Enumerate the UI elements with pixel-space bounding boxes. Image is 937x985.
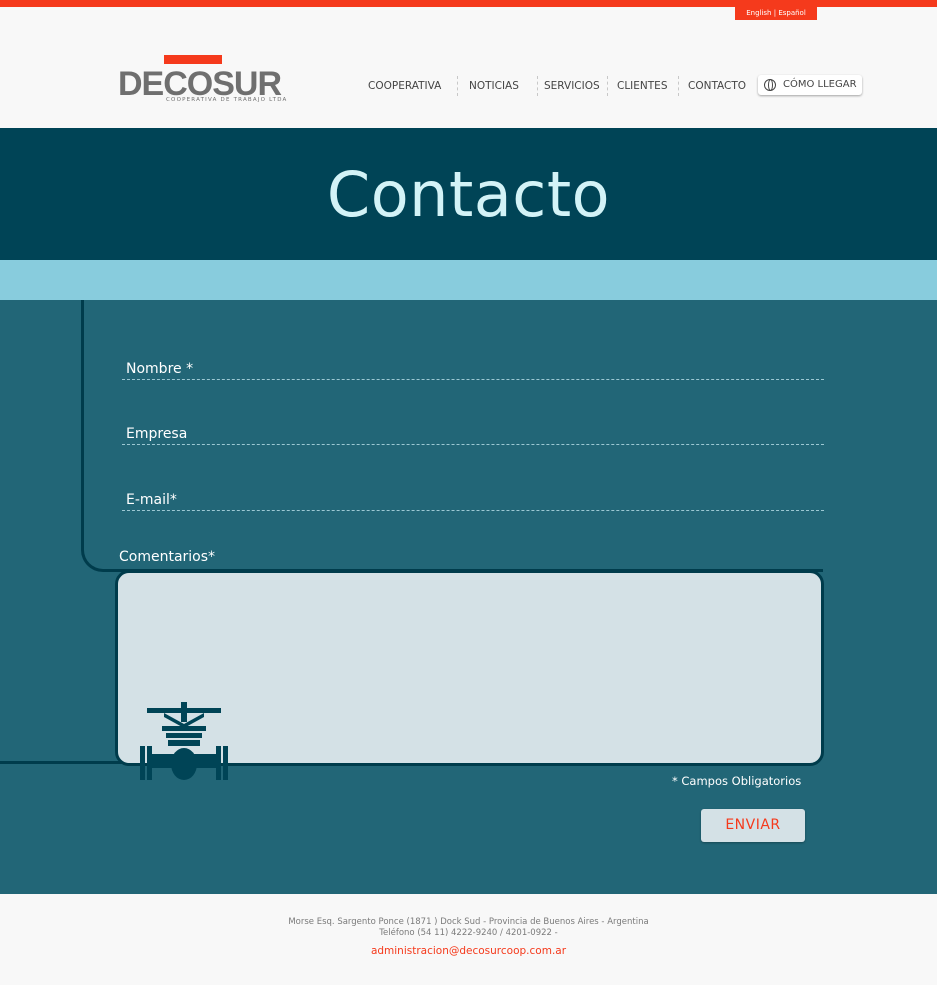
email-input[interactable]	[122, 485, 824, 510]
light-blue-band	[0, 260, 937, 300]
comentarios-label: Comentarios*	[119, 549, 216, 565]
page-title: Contacto	[326, 158, 611, 231]
footer: Morse Esq. Sargento Ponce (1871 ) Dock S…	[0, 894, 937, 985]
top-accent-bar	[0, 0, 937, 7]
nav-divider	[607, 76, 608, 96]
language-switcher: English | Español	[735, 7, 817, 20]
nav-divider	[678, 76, 679, 96]
como-llegar-button[interactable]: CÓMO LLEGAR	[758, 75, 862, 95]
nav-contacto[interactable]: CONTACTO	[688, 78, 746, 94]
nav-clientes[interactable]: CLIENTES	[617, 78, 667, 94]
nav-noticias[interactable]: NOTICIAS	[469, 78, 519, 94]
empresa-input[interactable]	[122, 419, 824, 444]
nav-servicios[interactable]: SERVICIOS	[544, 78, 600, 94]
lang-espanol-link[interactable]: Español	[778, 9, 805, 17]
logo-roof	[164, 55, 222, 64]
footer-email-link[interactable]: administracion@decosurcoop.com.ar	[0, 945, 937, 957]
title-banner: Contacto	[0, 128, 937, 260]
valve-icon	[140, 702, 228, 780]
nombre-field[interactable]: Nombre *	[122, 354, 824, 380]
contact-form: Nombre * Empresa E-mail* Comentarios* * …	[0, 300, 937, 894]
lang-english-link[interactable]: English	[746, 9, 771, 17]
required-fields-note: * Campos Obligatorios	[672, 774, 802, 788]
footer-address: Morse Esq. Sargento Ponce (1871 ) Dock S…	[0, 917, 937, 939]
footer-phone-line: Teléfono (54 11) 4222-9240 / 4201-0922 -	[379, 928, 558, 938]
lang-separator: |	[773, 9, 777, 17]
enviar-button[interactable]: ENVIAR	[701, 809, 805, 842]
nav-divider	[537, 76, 538, 96]
logo-tagline: COOPERATIVA DE TRABAJO LTDA	[166, 97, 288, 103]
como-llegar-label: CÓMO LLEGAR	[783, 79, 857, 90]
nombre-input[interactable]	[122, 354, 824, 379]
logo-wordmark: DECOSUR	[118, 65, 282, 103]
header: DECOSUR COOPERATIVA DE TRABAJO LTDA	[0, 7, 937, 128]
email-field[interactable]: E-mail*	[122, 485, 824, 511]
nav-cooperativa[interactable]: COOPERATIVA	[368, 78, 441, 94]
nav-divider	[457, 76, 458, 96]
empresa-field[interactable]: Empresa	[122, 419, 824, 445]
globe-icon	[764, 79, 776, 91]
decosur-logo[interactable]: DECOSUR COOPERATIVA DE TRABAJO LTDA	[118, 53, 293, 109]
footer-address-line: Morse Esq. Sargento Ponce (1871 ) Dock S…	[288, 917, 649, 927]
